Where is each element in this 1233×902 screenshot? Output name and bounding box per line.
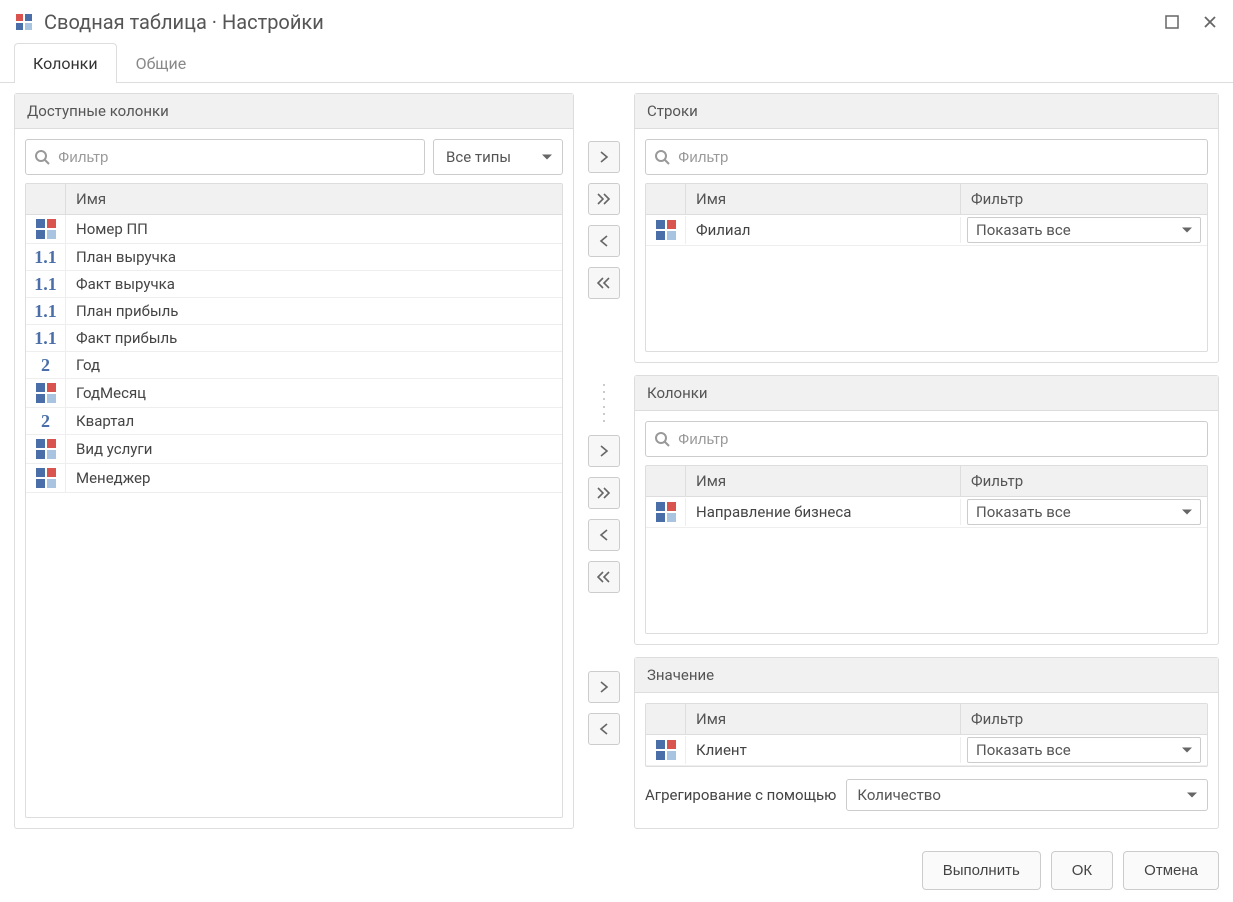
app-icon [14, 12, 34, 32]
tab-columns[interactable]: Колонки [14, 43, 117, 83]
available-header: Доступные колонки [15, 94, 573, 129]
row-name: Квартал [66, 408, 562, 434]
aggregation-select[interactable]: Количество [846, 779, 1208, 811]
table-row[interactable]: 1.1 Факт прибыль [26, 325, 562, 352]
available-name-header: Имя [66, 184, 562, 214]
aggregation-value: Количество [857, 786, 941, 804]
columns-filter-input[interactable] [670, 425, 1199, 454]
type-squares-icon [36, 219, 56, 239]
table-row[interactable]: Номер ПП [26, 215, 562, 244]
move-left-rows-button[interactable] [588, 225, 620, 257]
rows-filter-input[interactable] [670, 143, 1199, 172]
columns-panel: Колонки Имя Фильтр На [634, 375, 1219, 645]
table-row[interactable]: КлиентПоказать все [646, 735, 1207, 766]
rows-filter-header: Фильтр [961, 184, 1207, 214]
row-name: Филиал [686, 217, 961, 243]
value-name-header: Имя [686, 704, 961, 734]
search-icon [654, 431, 670, 447]
rows-filter-wrap [645, 139, 1208, 175]
columns-filter-header: Фильтр [961, 466, 1207, 496]
value-filter-header: Фильтр [961, 704, 1207, 734]
titlebar: Сводная таблица · Настройки [0, 0, 1233, 42]
type-decimal-icon: 1.1 [32, 302, 60, 320]
rows-panel: Строки Имя Фильтр Фил [634, 93, 1219, 363]
table-row[interactable]: 1.1 Факт выручка [26, 271, 562, 298]
drag-handle-icon [601, 381, 607, 425]
table-row[interactable]: ФилиалПоказать все [646, 215, 1207, 246]
aggregation-label: Агрегирование с помощью [645, 786, 836, 804]
columns-grid: Имя Фильтр Направление бизнесаПоказать в… [645, 465, 1208, 634]
type-select-label: Все типы [446, 148, 511, 166]
row-name: Факт прибыль [66, 325, 562, 351]
row-filter-select[interactable]: Показать все [967, 217, 1201, 243]
move-all-left-cols-button[interactable] [588, 561, 620, 593]
type-squares-icon [656, 220, 676, 240]
rows-name-header: Имя [686, 184, 961, 214]
type-integer-icon: 2 [32, 356, 60, 374]
execute-button[interactable]: Выполнить [922, 851, 1041, 890]
type-integer-icon: 2 [32, 412, 60, 430]
row-name: Клиент [686, 737, 961, 763]
table-row[interactable]: Направление бизнесаПоказать все [646, 497, 1207, 528]
columns-name-header: Имя [686, 466, 961, 496]
columns-header: Колонки [635, 376, 1218, 411]
footer: Выполнить ОК Отмена [0, 839, 1233, 902]
row-name: План прибыль [66, 298, 562, 324]
move-left-value-button[interactable] [588, 713, 620, 745]
available-grid: Имя Номер ПП 1.1 План выручка 1.1 Факт выруч… [25, 183, 563, 818]
close-button[interactable] [1201, 13, 1219, 31]
search-icon [654, 149, 670, 165]
available-filter-input[interactable] [50, 143, 416, 172]
value-header: Значение [635, 658, 1218, 693]
type-decimal-icon: 1.1 [32, 248, 60, 266]
value-panel: Значение Имя Фильтр КлиентПоказать все А… [634, 657, 1219, 829]
ok-button[interactable]: ОК [1051, 851, 1113, 890]
table-row[interactable]: 2 Квартал [26, 408, 562, 435]
move-right-cols-button[interactable] [588, 435, 620, 467]
value-grid: Имя Фильтр КлиентПоказать все [645, 703, 1208, 767]
available-filter-wrap [25, 139, 425, 175]
row-name: Факт выручка [66, 271, 562, 297]
row-name: Вид услуги [66, 436, 562, 462]
move-all-right-rows-button[interactable] [588, 183, 620, 215]
move-right-value-button[interactable] [588, 671, 620, 703]
row-name: Направление бизнеса [686, 499, 961, 525]
row-filter-select[interactable]: Показать все [967, 737, 1201, 763]
row-name: ГодМесяц [66, 380, 562, 406]
type-select[interactable]: Все типы [433, 139, 563, 175]
type-decimal-icon: 1.1 [32, 275, 60, 293]
table-row[interactable]: 2 Год [26, 352, 562, 379]
move-left-cols-button[interactable] [588, 519, 620, 551]
type-squares-icon [36, 439, 56, 459]
rows-grid: Имя Фильтр ФилиалПоказать все [645, 183, 1208, 352]
move-all-left-rows-button[interactable] [588, 267, 620, 299]
available-panel: Доступные колонки Все типы Имя Номер ПП1… [14, 93, 574, 829]
table-row[interactable]: 1.1 План выручка [26, 244, 562, 271]
row-name: Год [66, 352, 562, 378]
row-name: Менеджер [66, 465, 562, 491]
table-row[interactable]: 1.1 План прибыль [26, 298, 562, 325]
table-row[interactable]: ГодМесяц [26, 379, 562, 408]
row-name: Номер ПП [66, 216, 562, 242]
move-all-right-cols-button[interactable] [588, 477, 620, 509]
window-title: Сводная таблица · Настройки [44, 10, 1143, 34]
type-squares-icon [36, 468, 56, 488]
type-squares-icon [656, 502, 676, 522]
maximize-button[interactable] [1163, 13, 1181, 31]
type-squares-icon [36, 383, 56, 403]
type-squares-icon [656, 740, 676, 760]
tab-general[interactable]: Общие [117, 43, 206, 83]
type-decimal-icon: 1.1 [32, 329, 60, 347]
rows-header: Строки [635, 94, 1218, 129]
search-icon [34, 149, 50, 165]
row-filter-select[interactable]: Показать все [967, 499, 1201, 525]
cancel-button[interactable]: Отмена [1123, 851, 1219, 890]
columns-filter-wrap [645, 421, 1208, 457]
move-buttons [584, 93, 624, 829]
move-right-rows-button[interactable] [588, 141, 620, 173]
tabs: Колонки Общие [0, 42, 1233, 83]
table-row[interactable]: Вид услуги [26, 435, 562, 464]
table-row[interactable]: Менеджер [26, 464, 562, 493]
row-name: План выручка [66, 244, 562, 270]
